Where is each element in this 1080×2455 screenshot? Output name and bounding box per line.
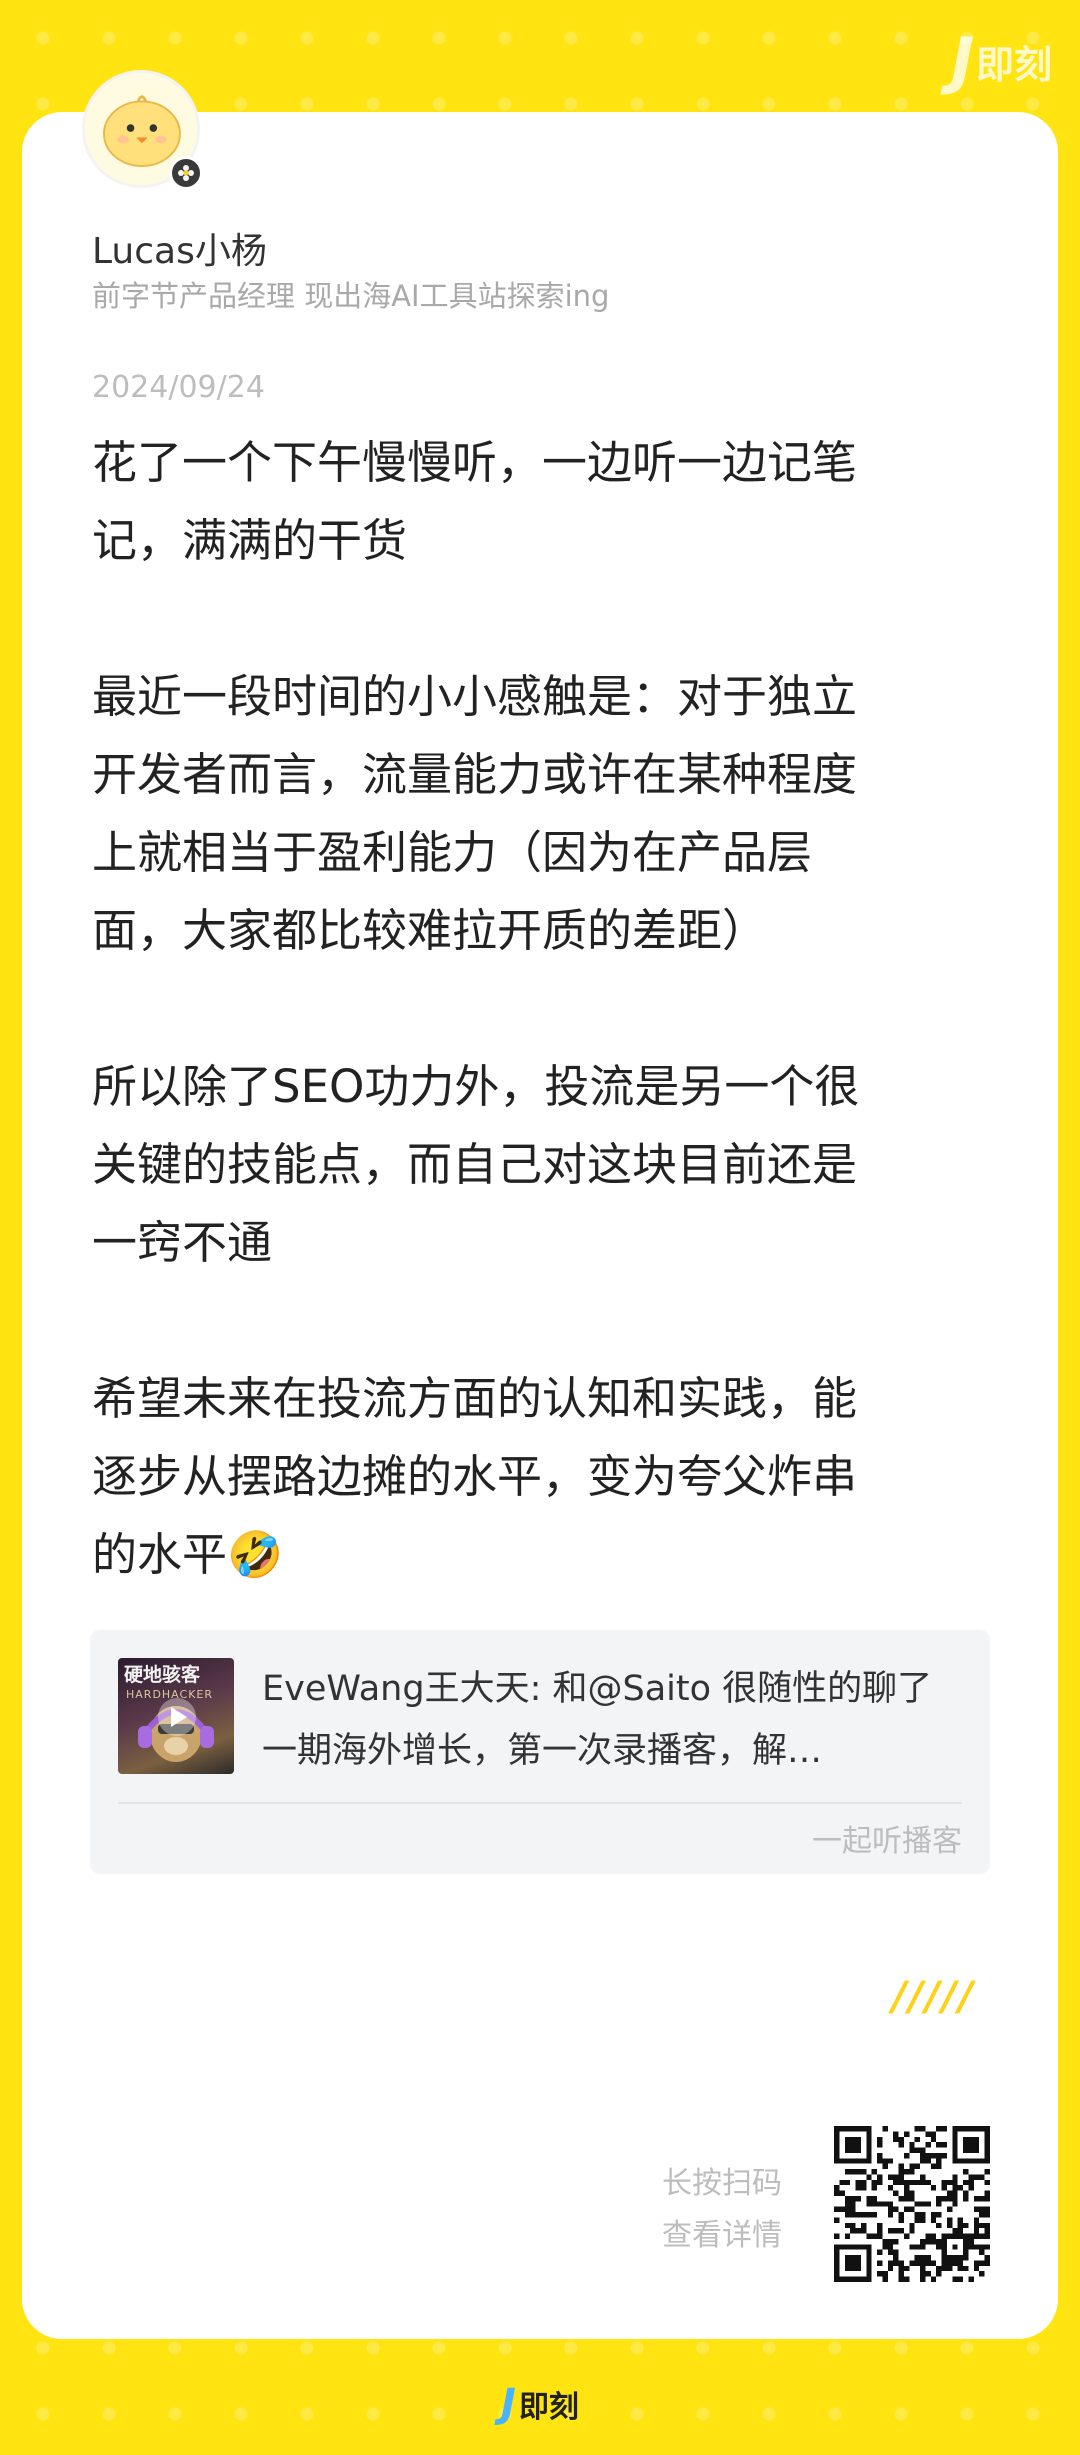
post-line: 记，满满的干货 (92, 514, 408, 567)
post-line: 开发者而言，流量能力或许在某种程度 (92, 748, 858, 801)
post-line: 上就相当于盈利能力（因为在产品层 (92, 826, 813, 879)
brand-logo-bottom: J 即刻 (0, 2382, 1080, 2426)
post-body: 花了一个下午慢慢听，一边听一边记笔 记，满满的干货最近一段时间的小小感触是：对于独… (92, 424, 992, 1594)
author-name[interactable]: Lucas小杨 (92, 222, 267, 274)
post-line: 关键的技能点，而自己对这块目前还是 (92, 1138, 858, 1191)
qr-code-icon[interactable] (834, 2126, 990, 2282)
listen-podcast-link[interactable]: 一起听播客 (812, 1816, 962, 1860)
brand-name-bottom: 即刻 (518, 2390, 579, 2425)
post-line: 的水平🤣 (92, 1528, 284, 1581)
author-bio: 前字节产品经理 现出海AI工具站探索ing (92, 279, 610, 313)
flower-badge-icon (169, 156, 203, 190)
post-line: 一窍不通 (92, 1216, 273, 1269)
brand-logo-mark-bottom: J (501, 2381, 516, 2427)
podcast-cover-title: 硬地骇客 (124, 1664, 201, 1686)
post-line: 希望未来在投流方面的认知和实践，能 (92, 1372, 858, 1425)
brand-name: 即刻 (975, 42, 1052, 87)
podcast-card[interactable]: 硬地骇客 HARDHACKER EveWang王大天: 和@Saito 很随性的… (90, 1630, 990, 1874)
post-line: 所以除了SEO功力外，投流是另一个很 (92, 1060, 860, 1113)
post-card: Lucas小杨 前字节产品经理 现出海AI工具站探索ing 2024/09/24… (22, 70, 1058, 2339)
play-icon[interactable] (158, 1698, 196, 1736)
post-line: 面，大家都比较难拉开质的差距） (92, 904, 768, 957)
divider (118, 1802, 962, 1804)
podcast-description[interactable]: EveWang王大天: 和@Saito 很随性的聊了一期海外增长，第一次录播客，… (262, 1658, 962, 1782)
post-date: 2024/09/24 (92, 370, 265, 405)
qr-hint-line2: 查看详情 (662, 2218, 782, 2253)
post-line: 花了一个下午慢慢听，一边听一边记笔 (92, 436, 858, 489)
decorative-slashes: ///// (892, 1974, 976, 2020)
brand-logo-top: J 即刻 (951, 30, 1052, 92)
podcast-cover[interactable]: 硬地骇客 HARDHACKER (118, 1658, 234, 1774)
qr-hint-line1: 长按扫码 (662, 2166, 782, 2201)
post-line: 最近一段时间的小小感触是：对于独立 (92, 670, 858, 723)
post-line: 逐步从摆路边摊的水平，变为夸父炸串 (92, 1450, 858, 1503)
brand-logo-mark: J (950, 24, 974, 97)
qr-hint: 长按扫码 查看详情 (662, 2158, 782, 2262)
